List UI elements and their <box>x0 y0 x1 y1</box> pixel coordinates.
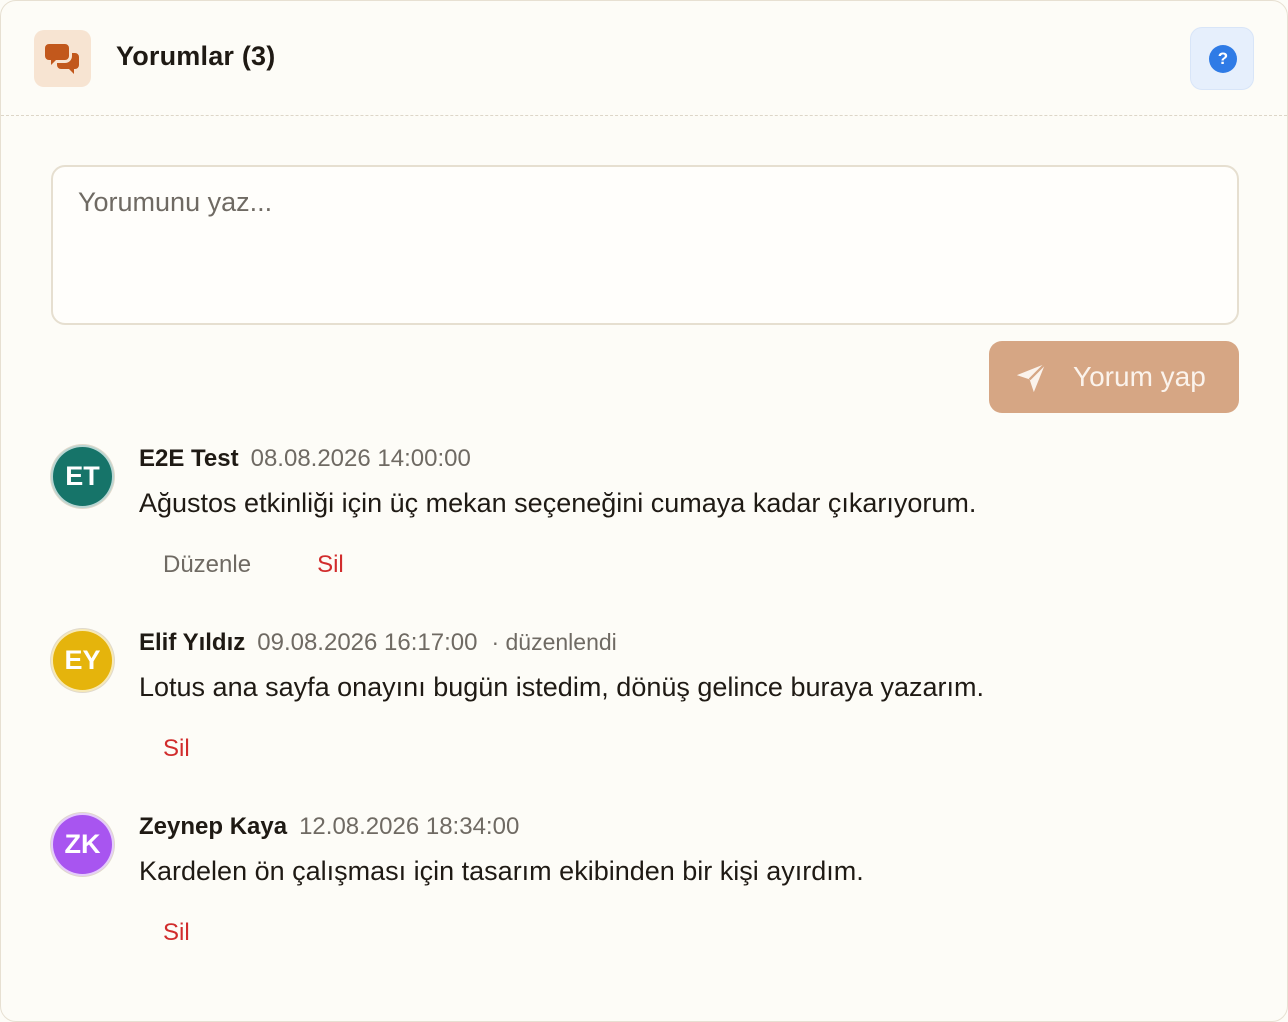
comment-text: Lotus ana sayfa onayını bugün istedim, d… <box>139 672 985 702</box>
panel-header: Yorumlar (3) ? <box>1 1 1287 116</box>
submit-comment-button[interactable]: Yorum yap <box>989 341 1239 413</box>
chat-bubbles-icon <box>34 30 91 87</box>
comment-meta: Elif Yıldız 09.08.2026 16:17:00 · düzenlen… <box>139 629 617 657</box>
comment-item: ZK Zeynep Kaya 12.08.2026 18:34:00 Kardel… <box>51 813 1241 973</box>
edit-comment-button[interactable]: Düzenle <box>151 551 263 579</box>
comment-author: Zeynep Kaya <box>139 813 288 840</box>
comment-actions: Sil <box>151 919 202 947</box>
comment-item: ET E2E Test 08.08.2026 14:00:00 Ağustos e… <box>51 445 1241 605</box>
comment-time: 09.08.2026 16:17:00 <box>257 629 478 656</box>
submit-comment-label: Yorum yap <box>1073 361 1206 392</box>
comment-text: Kardelen ön çalışması için tasarım ekibi… <box>139 856 864 886</box>
comment-time: 12.08.2026 18:34:00 <box>299 813 520 840</box>
question-icon: ? <box>1209 45 1237 73</box>
avatar: EY <box>51 629 114 692</box>
comment-text: Ağustos etkinliği için üç mekan seçeneği… <box>139 488 977 518</box>
avatar: ET <box>51 445 114 508</box>
comment-actions: Sil <box>151 735 202 763</box>
avatar: ZK <box>51 813 114 876</box>
page-title: Yorumlar (3) <box>116 41 276 71</box>
comments-panel: Yorumlar (3) ? Yorum yap ET E2E Test 08.0… <box>0 0 1288 1022</box>
comment-time: 08.08.2026 14:00:00 <box>250 445 471 472</box>
delete-comment-button[interactable]: Sil <box>305 551 356 579</box>
comment-author: Elif Yıldız <box>139 629 246 656</box>
edited-badge: · düzenlendi <box>491 629 617 655</box>
comment-actions: Düzenle Sil <box>151 551 356 579</box>
comment-meta: Zeynep Kaya 12.08.2026 18:34:00 <box>139 813 519 841</box>
help-button[interactable]: ? <box>1190 27 1254 90</box>
comment-author: E2E Test <box>139 445 239 472</box>
comment-item: EY Elif Yıldız 09.08.2026 16:17:00 · düzen… <box>51 629 1241 789</box>
send-icon <box>1016 363 1046 393</box>
comment-input[interactable] <box>51 165 1239 325</box>
comment-meta: E2E Test 08.08.2026 14:00:00 <box>139 445 471 473</box>
delete-comment-button[interactable]: Sil <box>151 919 202 947</box>
delete-comment-button[interactable]: Sil <box>151 735 202 763</box>
